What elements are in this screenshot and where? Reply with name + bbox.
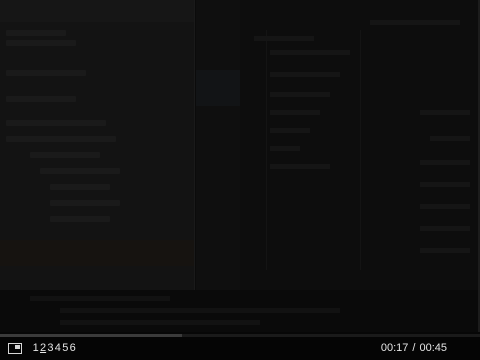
video-frame[interactable]	[0, 0, 480, 332]
player-controls: 1 2 3 4 5 6 00:17/00:45	[0, 334, 480, 360]
total-time: 00:45	[419, 342, 447, 354]
chapter-5-button[interactable]: 5	[62, 342, 69, 355]
fullscreen-icon	[8, 343, 22, 354]
time-separator: /	[412, 342, 416, 354]
chapter-2-button[interactable]: 2	[39, 342, 46, 355]
recorded-status-pane	[0, 290, 478, 332]
recorded-content-pane	[240, 0, 478, 290]
time-readout: 00:17/00:45	[381, 342, 447, 355]
chapter-6-button[interactable]: 6	[69, 342, 76, 355]
progress-fill	[0, 334, 183, 337]
progress-bar[interactable]	[0, 334, 480, 337]
chapter-list: 1 2 3 4 5 6	[32, 342, 76, 355]
current-time: 00:17	[380, 342, 409, 354]
fullscreen-button[interactable]	[8, 343, 22, 354]
chapter-3-button[interactable]: 3	[47, 342, 54, 355]
chapter-1-button[interactable]: 1	[32, 342, 39, 355]
recorded-sidebar-pane	[0, 0, 195, 290]
chapter-4-button[interactable]: 4	[54, 342, 61, 355]
recorded-toolbar-pane	[196, 0, 240, 290]
video-player: 1 2 3 4 5 6 00:17/00:45	[0, 0, 480, 360]
